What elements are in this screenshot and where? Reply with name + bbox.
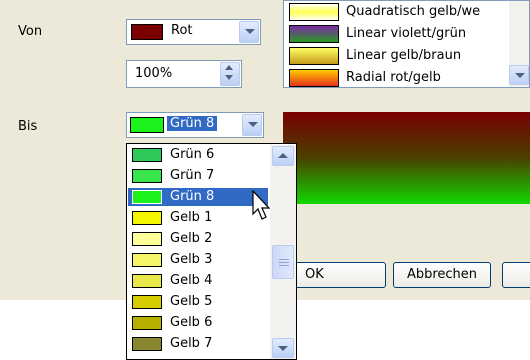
von-color-combo[interactable]: Rot xyxy=(126,19,261,45)
dropdown-scrollbar[interactable] xyxy=(270,145,296,359)
spin-up-icon[interactable] xyxy=(225,65,233,70)
color-swatch xyxy=(132,274,162,288)
von-color-value: Rot xyxy=(171,23,193,38)
chevron-down-icon xyxy=(245,29,255,34)
list-item[interactable]: Gelb 2 xyxy=(128,230,268,248)
color-swatch xyxy=(132,316,162,330)
von-label: Von xyxy=(18,24,42,39)
bis-dropdown-button[interactable] xyxy=(242,114,262,136)
list-item[interactable]: Grün 7 xyxy=(128,167,268,185)
bis-color-swatch xyxy=(130,117,164,133)
scroll-down-button[interactable] xyxy=(272,338,294,358)
chevron-down-icon xyxy=(248,122,258,127)
color-swatch xyxy=(132,148,162,162)
grip-line xyxy=(279,262,289,263)
list-item-label: Grün 7 xyxy=(170,168,215,183)
list-item-label: Grün 6 xyxy=(170,147,215,162)
gradient-scroll-down-button[interactable] xyxy=(509,65,529,85)
spin-down-icon[interactable] xyxy=(225,75,233,80)
list-item-label: Gelb 5 xyxy=(170,294,213,309)
gradient-preview xyxy=(283,112,530,204)
ok-button[interactable]: OK xyxy=(294,262,386,288)
chevron-down-icon xyxy=(515,73,525,78)
list-item[interactable]: Grün 6 xyxy=(128,146,268,164)
gradient-item[interactable]: Linear gelb/braun xyxy=(284,45,509,67)
gradient-item[interactable]: Linear violett/grün xyxy=(284,23,509,45)
scroll-up-button[interactable] xyxy=(272,146,294,166)
scroll-thumb[interactable] xyxy=(272,245,294,279)
bis-label: Bis xyxy=(18,119,37,134)
list-item-label: Gelb 1 xyxy=(170,210,213,225)
gradient-yellow-brown-swatch xyxy=(289,47,339,65)
gradient-list[interactable]: Quadratisch gelb/we Linear violett/grün … xyxy=(283,0,530,88)
von-label-text: Von xyxy=(18,24,43,39)
ok-button-label: OK xyxy=(305,267,324,282)
transparency-value: 100% xyxy=(135,66,173,81)
color-swatch xyxy=(132,295,162,309)
list-item-selected[interactable]: Grün 8 xyxy=(128,188,268,206)
spin-buttons[interactable] xyxy=(220,62,240,86)
list-item-label: Gelb 2 xyxy=(170,231,213,246)
color-swatch xyxy=(132,337,162,351)
gradient-label: Linear violett/grün xyxy=(346,26,467,41)
color-swatch xyxy=(132,190,162,204)
gradient-item[interactable]: Radial rot/gelb xyxy=(284,67,509,87)
gradient-yellow-white-swatch xyxy=(289,3,339,21)
gradient-violet-green-swatch xyxy=(289,25,339,43)
gradient-list-scrollbar[interactable] xyxy=(509,1,529,87)
gradient-red-yellow-swatch xyxy=(289,69,339,87)
list-item-label: Gelb 7 xyxy=(170,336,213,351)
cancel-button[interactable]: Abbrechen xyxy=(393,262,491,288)
list-item-label: Grün 8 xyxy=(170,189,215,204)
transparency-spinner[interactable]: 100% xyxy=(126,60,242,88)
bis-color-value: Grün 8 xyxy=(167,116,218,131)
list-item[interactable]: Gelb 1 xyxy=(128,209,268,227)
color-swatch xyxy=(132,169,162,183)
list-item[interactable]: Gelb 7 xyxy=(128,335,268,353)
bis-color-combo[interactable]: Grün 8 xyxy=(126,112,264,138)
cancel-button-label: Abbrechen xyxy=(406,267,478,282)
list-item-label: Gelb 3 xyxy=(170,252,213,267)
mouse-cursor-icon xyxy=(252,190,271,220)
chevron-down-icon xyxy=(278,346,288,351)
gradient-label: Quadratisch gelb/we xyxy=(346,4,481,19)
list-item-label: Gelb 4 xyxy=(170,273,213,288)
bis-label-text: Bis xyxy=(18,119,38,134)
list-item[interactable]: Gelb 6 xyxy=(128,314,268,332)
color-swatch xyxy=(132,253,162,267)
list-item[interactable]: Gelb 4 xyxy=(128,272,268,290)
list-item[interactable]: Gelb 5 xyxy=(128,293,268,311)
color-swatch xyxy=(132,211,162,225)
gradient-label: Linear gelb/braun xyxy=(346,48,462,63)
von-dropdown-button[interactable] xyxy=(239,21,259,43)
extra-button[interactable] xyxy=(502,262,530,288)
list-item-label: Gelb 6 xyxy=(170,315,213,330)
gradient-item[interactable]: Quadratisch gelb/we xyxy=(284,1,509,23)
bis-color-dropdown-list[interactable]: Grün 6 Grün 7 Grün 8 Gelb 1 Gelb 2 Gelb … xyxy=(126,143,297,360)
grip-line xyxy=(279,265,289,266)
von-color-swatch xyxy=(131,24,163,40)
gradient-label: Radial rot/gelb xyxy=(346,70,441,85)
chevron-up-icon xyxy=(278,153,288,158)
grip-line xyxy=(279,259,289,260)
list-item[interactable]: Gelb 3 xyxy=(128,251,268,269)
color-swatch xyxy=(132,232,162,246)
